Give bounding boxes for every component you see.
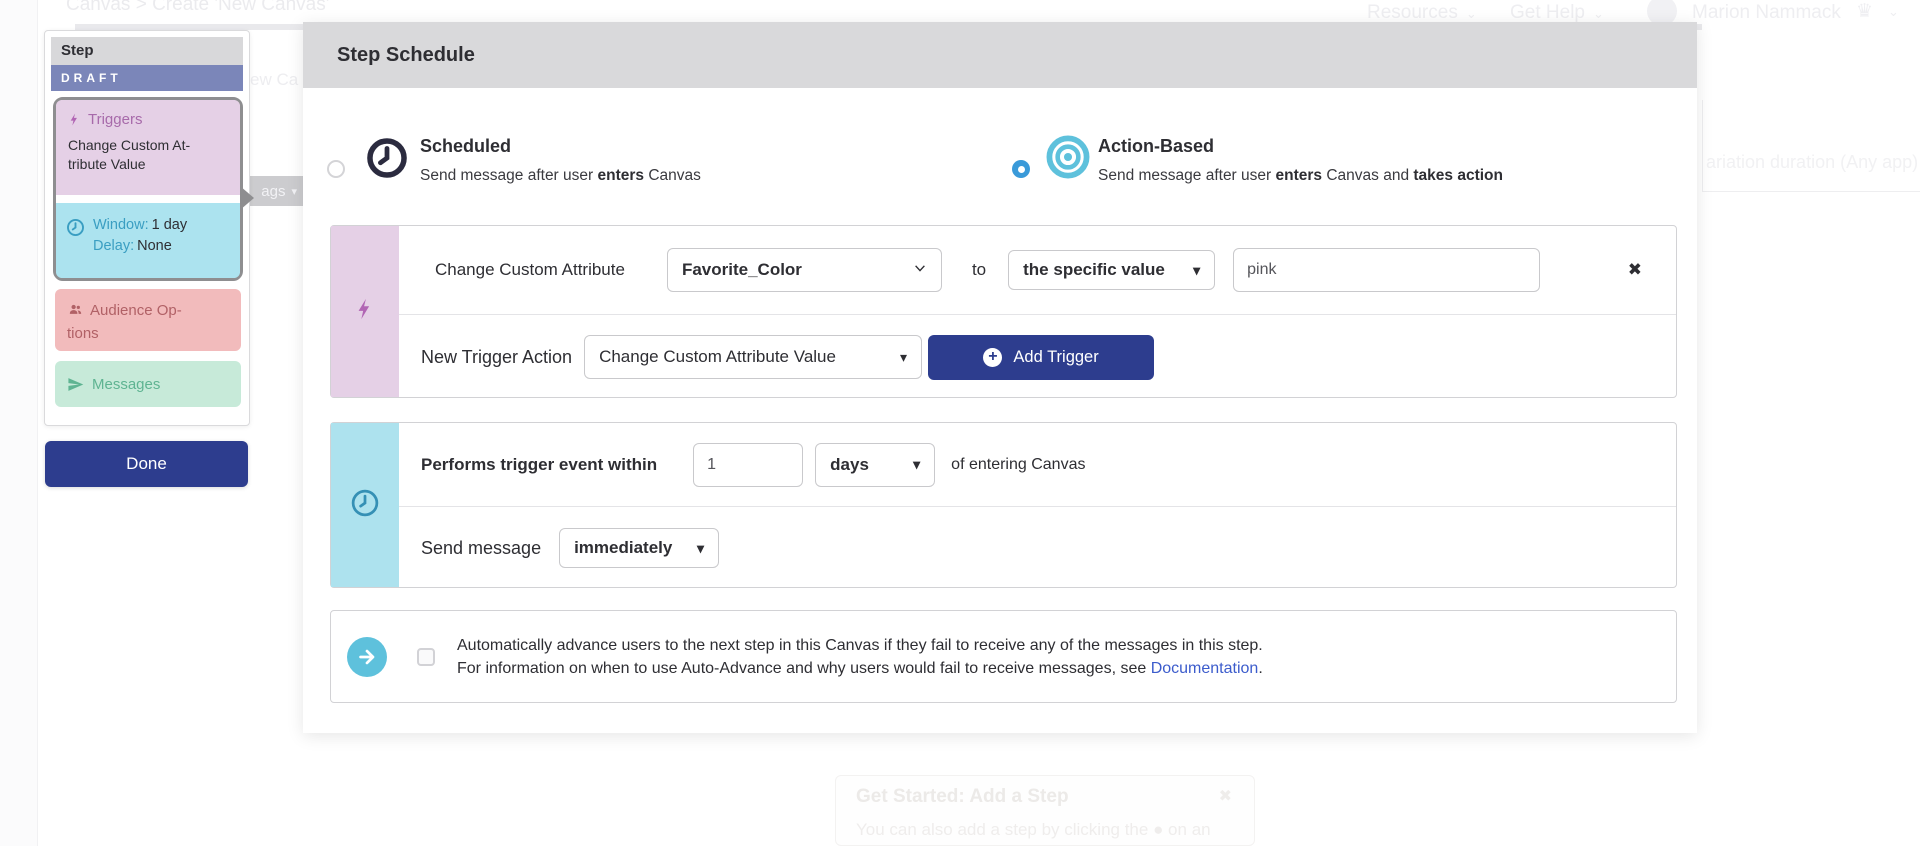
send-timing-dropdown[interactable]: immediately ▾ (559, 528, 719, 568)
get-started-tooltip: Get Started: Add a Step ✖ You can also a… (835, 775, 1255, 846)
right-panel-divider (1702, 100, 1703, 192)
chevron-down-icon[interactable]: ⌄ (1888, 4, 1899, 20)
nav-user-name[interactable]: Marion Nammack (1692, 2, 1841, 24)
scheduled-title: Scheduled (420, 136, 511, 157)
modal-header: Step Schedule (303, 22, 1697, 88)
window-label: Window: (93, 217, 149, 233)
option-scheduled[interactable]: Scheduled Send message after user enters… (303, 122, 963, 212)
sidebar-item-messages[interactable]: Messages (55, 361, 241, 407)
audience-options-label: Audience Op- tions (67, 302, 182, 342)
auto-advance-line2: For information on when to use Auto-Adva… (457, 657, 1263, 680)
bullseye-icon (1045, 134, 1091, 185)
right-panel-text: ariation duration (Any app) (1706, 152, 1918, 173)
step-pointer-arrow (240, 186, 254, 210)
action-based-radio[interactable] (1012, 160, 1030, 178)
window-value: 1 day (152, 217, 187, 233)
draft-status-badge: DRAFT (51, 65, 243, 91)
close-icon[interactable]: ✖ (1219, 786, 1232, 806)
step-panel-title: Step (51, 37, 243, 65)
remove-trigger-icon[interactable]: ✖ (1628, 260, 1642, 280)
to-label: to (972, 260, 986, 280)
arrow-right-circle-icon (347, 637, 387, 677)
chevron-down-icon: ⌄ (1466, 6, 1477, 21)
schedule-panel: Performs trigger event within days ▾ of … (330, 422, 1677, 588)
people-icon (67, 302, 84, 317)
documentation-link[interactable]: Documentation (1151, 660, 1259, 677)
breadcrumb[interactable]: Canvas > Create 'New Canvas' (66, 0, 329, 16)
triggers-value: Change Custom At- tribute Value (68, 136, 228, 174)
chevron-down-icon (913, 260, 927, 280)
selected-step-group: Triggers Change Custom At- tribute Value… (53, 97, 243, 281)
delay-value: None (137, 238, 172, 254)
sidebar-item-window[interactable]: Window:1 day Delay:None (56, 203, 240, 278)
new-trigger-action-label: New Trigger Action (421, 347, 572, 368)
option-action-based[interactable]: Action-Based Send message after user ent… (1003, 122, 1663, 212)
triangle-down-icon: ▾ (697, 540, 704, 557)
send-message-label: Send message (421, 538, 541, 559)
plus-circle-icon: + (983, 348, 1002, 367)
change-attribute-label: Change Custom Attribute (435, 260, 625, 280)
chevron-down-icon: ⌄ (1593, 6, 1604, 21)
lightning-icon (68, 112, 81, 127)
clock-icon (365, 136, 409, 185)
trigger-row-new-action: New Trigger Action Change Custom Attribu… (399, 314, 1676, 399)
triggers-label: Triggers (88, 111, 142, 128)
trigger-action-dropdown[interactable]: Change Custom Attribute Value ▾ (584, 335, 922, 379)
canvas-name-partial: ew Ca (250, 70, 298, 90)
nav-get-help[interactable]: Get Help⌄ (1510, 2, 1604, 24)
crown-icon: ♛ (1856, 0, 1873, 23)
clock-icon (66, 218, 85, 266)
schedule-row-window: Performs trigger event within days ▾ of … (399, 423, 1676, 506)
of-entering-canvas-label: of entering Canvas (951, 456, 1085, 474)
tooltip-body: You can also add a step by clicking the … (856, 820, 1211, 840)
modal-title: Step Schedule (337, 22, 475, 88)
auto-advance-text: Automatically advance users to the next … (457, 634, 1263, 680)
nav-resources[interactable]: Resources⌄ (1367, 2, 1477, 24)
schedule-row-send: Send message immediately ▾ (399, 506, 1676, 589)
delay-label: Delay: (93, 238, 134, 254)
step-schedule-modal: Step Schedule Scheduled Send message aft… (303, 22, 1697, 733)
add-trigger-button[interactable]: + Add Trigger (928, 335, 1154, 380)
sidebar-item-audience-options[interactable]: Audience Op- tions (55, 289, 241, 351)
triangle-down-icon: ▾ (913, 456, 920, 473)
paper-plane-icon (67, 376, 84, 393)
messages-label: Messages (92, 376, 160, 393)
triangle-down-icon: ▾ (1193, 262, 1200, 279)
attribute-dropdown[interactable]: Favorite_Color (667, 248, 942, 292)
action-based-title: Action-Based (1098, 136, 1214, 157)
action-based-description: Send message after user enters Canvas an… (1098, 167, 1503, 185)
scheduled-description: Send message after user enters Canvas (420, 167, 701, 185)
attribute-value-input[interactable] (1233, 248, 1540, 292)
chevron-down-icon: ▾ (291, 185, 297, 198)
lightning-icon (354, 295, 376, 328)
page-left-gutter (0, 0, 38, 846)
sidebar-item-triggers[interactable]: Triggers Change Custom At- tribute Value (56, 100, 240, 195)
auto-advance-line1: Automatically advance users to the next … (457, 634, 1263, 657)
trigger-panel: Change Custom Attribute Favorite_Color t… (330, 225, 1677, 398)
tooltip-title: Get Started: Add a Step (856, 786, 1069, 808)
trigger-stripe (331, 226, 399, 397)
right-panel-divider (1702, 191, 1920, 192)
triangle-down-icon: ▾ (900, 349, 907, 366)
trigger-row-condition: Change Custom Attribute Favorite_Color t… (399, 226, 1676, 314)
window-unit-dropdown[interactable]: days ▾ (815, 443, 935, 487)
window-number-input[interactable] (693, 443, 803, 487)
performs-within-label: Performs trigger event within (421, 455, 657, 475)
auto-advance-checkbox[interactable] (417, 648, 435, 666)
clock-icon (350, 488, 380, 523)
scheduled-radio[interactable] (327, 160, 345, 178)
done-button[interactable]: Done (45, 441, 248, 487)
auto-advance-panel: Automatically advance users to the next … (330, 610, 1677, 703)
schedule-stripe (331, 423, 399, 587)
step-sidebar-panel: Step DRAFT Triggers Change Custom At- tr… (44, 30, 250, 426)
comparator-dropdown[interactable]: the specific value ▾ (1008, 250, 1215, 290)
